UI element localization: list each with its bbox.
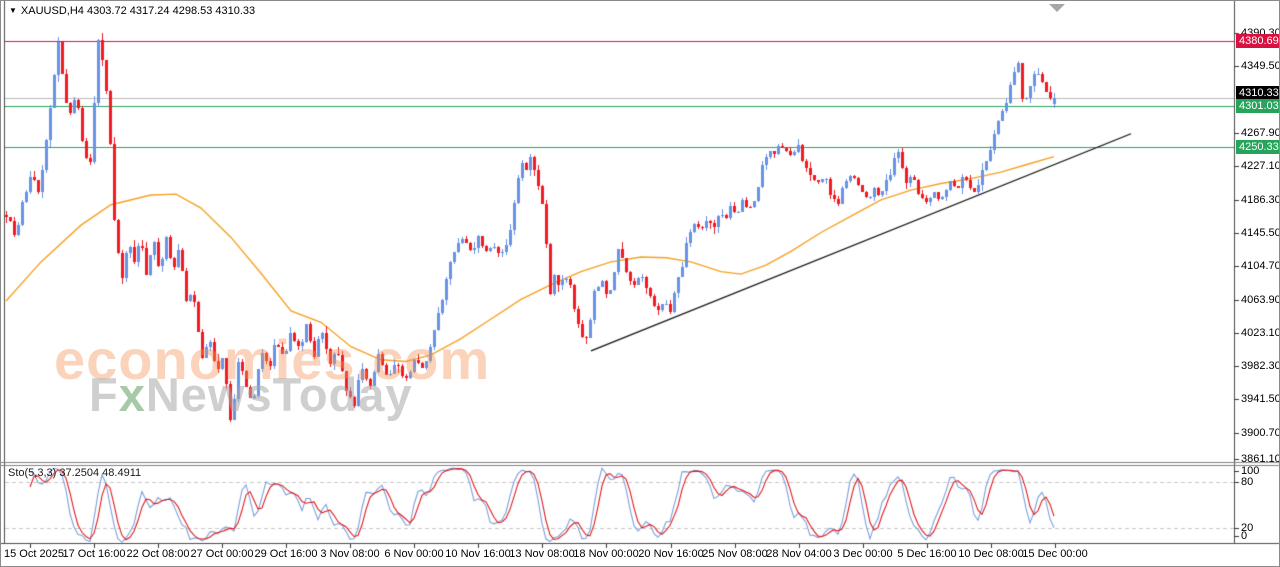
mt4-chart-window: economies.com FxNewsToday ▼ XAUUSD,H4 430… xyxy=(0,0,1280,567)
price-axis-label: 4227.10 xyxy=(1241,160,1280,172)
symbol-label: XAUUSD,H4 xyxy=(20,5,84,17)
price-axis-label: 4186.30 xyxy=(1241,194,1280,206)
price-axis-label: 4063.90 xyxy=(1241,294,1280,306)
time-axis-label: 25 Nov 08:00 xyxy=(702,548,768,560)
price-axis-label: 4267.90 xyxy=(1241,127,1280,139)
symbol-dropdown-icon[interactable]: ▼ xyxy=(9,6,17,15)
time-axis-label: 5 Dec 16:00 xyxy=(897,548,957,560)
time-axis-label: 3 Nov 08:00 xyxy=(320,548,380,560)
time-axis-label: 17 Oct 16:00 xyxy=(62,548,126,560)
price-axis-label: 4349.50 xyxy=(1241,60,1280,72)
time-axis-label: 10 Nov 16:00 xyxy=(445,548,511,560)
price-axis-label: 4023.10 xyxy=(1241,327,1280,339)
time-axis-label: 3 Dec 00:00 xyxy=(833,548,893,560)
stochastic-axis-label: 80 xyxy=(1241,476,1254,488)
price-axis-label: 4145.50 xyxy=(1241,227,1280,239)
stochastic-axis-label: 0 xyxy=(1241,530,1248,542)
price-axis-label: 3941.50 xyxy=(1241,393,1280,405)
level-price-badge: 4301.03 xyxy=(1236,99,1279,113)
time-axis-label: 6 Nov 00:00 xyxy=(384,548,444,560)
time-axis-label: 20 Nov 16:00 xyxy=(638,548,704,560)
level-price-badge: 4380.69 xyxy=(1236,34,1279,48)
time-axis-label: 27 Oct 00:00 xyxy=(190,548,254,560)
time-axis-label: 28 Nov 04:00 xyxy=(766,548,832,560)
time-axis-label: 22 Oct 08:00 xyxy=(126,548,190,560)
price-axis-label: 3982.30 xyxy=(1241,360,1280,372)
current-price-badge: 4310.33 xyxy=(1236,86,1279,100)
level-price-badge: 4250.33 xyxy=(1236,140,1279,154)
time-axis-label: 15 Dec 00:00 xyxy=(1022,548,1088,560)
stochastic-indicator-label: Sto(5,3,3) 37.2504 48.4911 xyxy=(8,467,142,479)
time-axis-label: 13 Nov 08:00 xyxy=(509,548,575,560)
time-axis-label: 10 Dec 08:00 xyxy=(958,548,1024,560)
time-axis-label: 18 Nov 00:00 xyxy=(573,548,639,560)
chart-title: ▼ XAUUSD,H4 4303.72 4317.24 4298.53 4310.… xyxy=(9,5,255,17)
price-axis-label: 3900.70 xyxy=(1241,427,1280,439)
price-axis-label: 3861.10 xyxy=(1241,453,1280,465)
price-axis-label: 4104.70 xyxy=(1241,260,1280,272)
time-axis-label: 15 Oct 2025 xyxy=(4,548,64,560)
chart-canvas[interactable] xyxy=(1,1,1279,566)
chart-shift-marker-icon[interactable] xyxy=(1049,4,1065,12)
ohlc-values: 4303.72 4317.24 4298.53 4310.33 xyxy=(86,5,256,17)
time-axis-label: 29 Oct 16:00 xyxy=(254,548,318,560)
